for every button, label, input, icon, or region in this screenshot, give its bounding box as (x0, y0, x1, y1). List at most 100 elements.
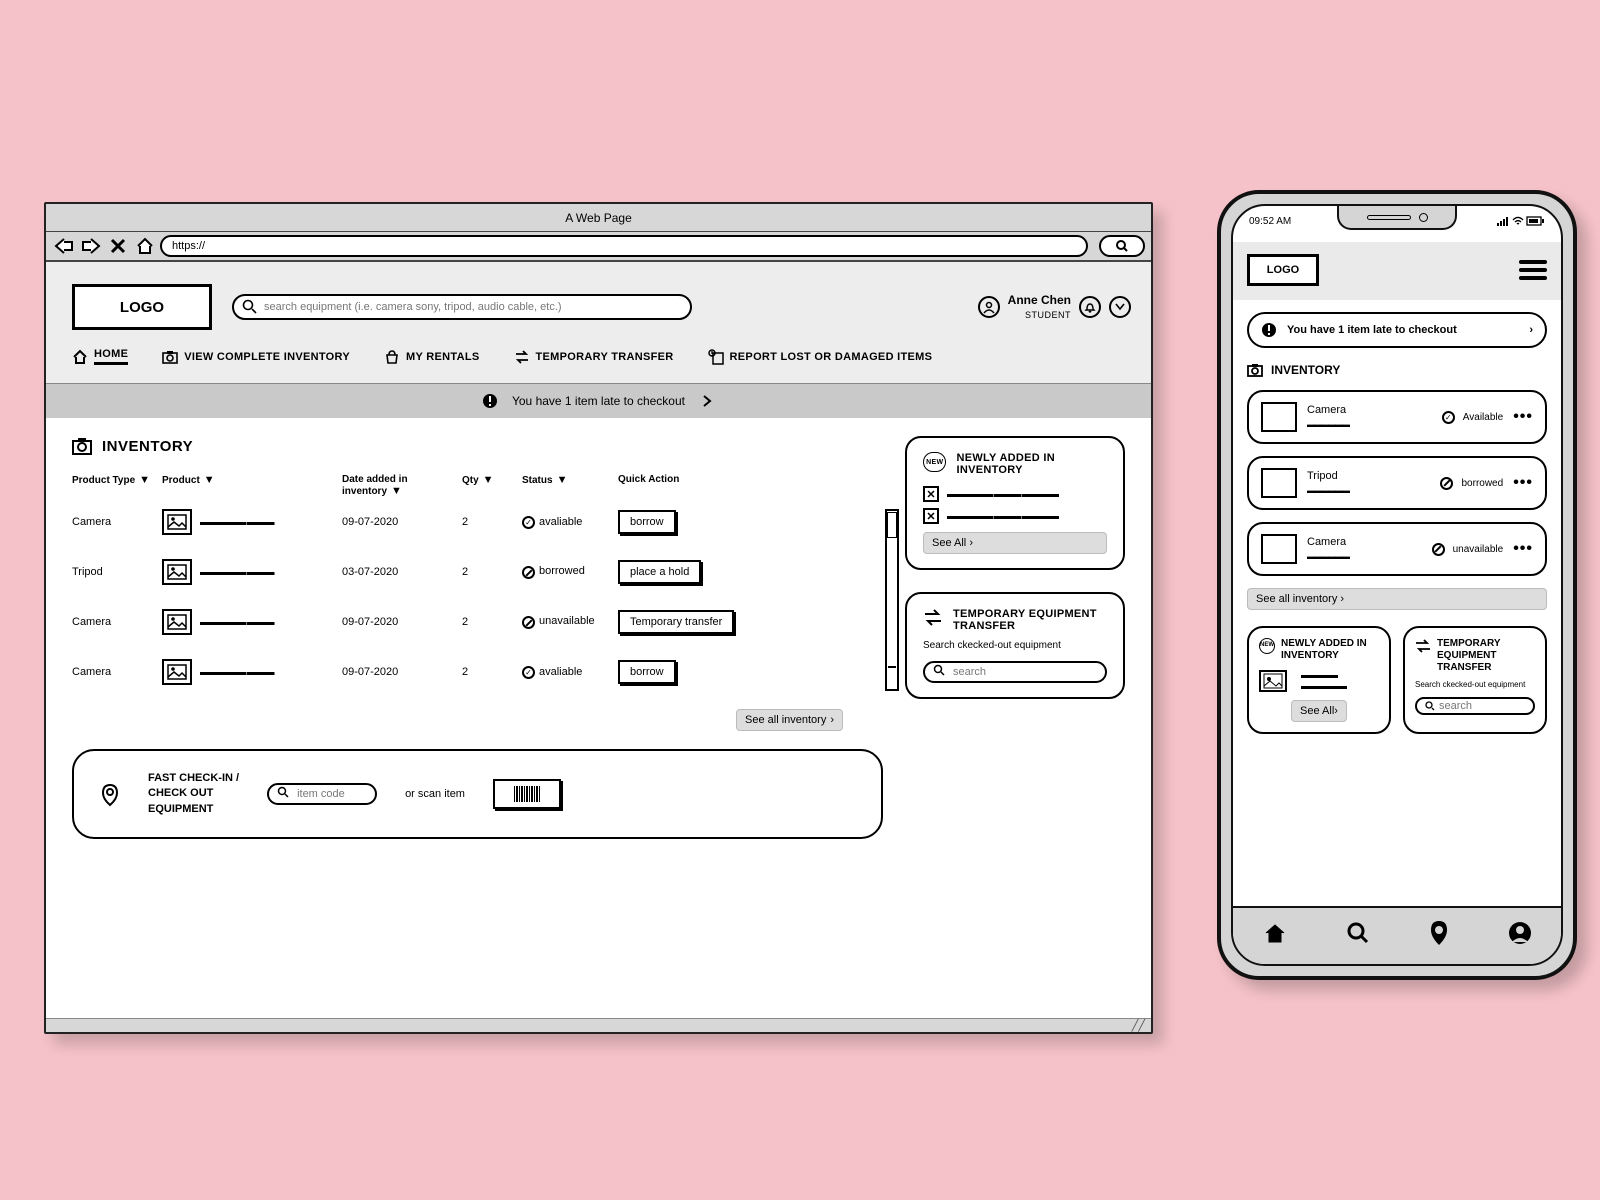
nav-my-rentals-label: MY RENTALS (406, 351, 480, 363)
cell-status: borrowed (522, 565, 618, 580)
item-status: ✓Available (1442, 411, 1503, 424)
new-badge: NEW (1259, 638, 1275, 654)
bell-icon[interactable] (1079, 296, 1101, 318)
equipment-search-input[interactable]: search equipment (i.e. camera sony, trip… (232, 294, 692, 320)
see-all-inventory-label: See all inventory (745, 714, 826, 726)
col-qty[interactable]: Qty (462, 475, 479, 486)
new-item-row[interactable]: ✕ ▬▬▬▬▬ ▬▬▬ ▬▬▬▬ (923, 508, 1107, 524)
newly-added-card: NEW NEWLY ADDED IN INVENTORY ✕▬▬▬▬▬ ▬▬▬ … (905, 436, 1125, 570)
nav-temporary-transfer[interactable]: TEMPORARY TRANSFER (514, 349, 674, 365)
quick-action-button[interactable]: borrow (618, 660, 676, 684)
quick-action-button[interactable]: Temporary transfer (618, 610, 734, 634)
checkbox-icon[interactable]: ✕ (923, 508, 939, 524)
camera-icon (72, 436, 92, 456)
cell-status: ✓avaliable (522, 666, 618, 679)
nav-view-inventory[interactable]: VIEW COMPLETE INVENTORY (162, 349, 350, 365)
home-icon[interactable] (133, 235, 157, 257)
newly-added-title: NEWLY ADDED IN INVENTORY (956, 452, 1107, 476)
fast-checkin-card: FAST CHECK-IN / CHECK OUT EQUIPMENT item… (72, 749, 883, 839)
item-status: unavailable (1432, 543, 1504, 556)
nav-home[interactable]: HOME (72, 348, 128, 365)
see-all-button[interactable]: See All › (923, 532, 1107, 554)
mobile-temp-search-input[interactable]: search (1415, 697, 1535, 715)
browser-search-button[interactable] (1099, 235, 1145, 257)
filter-icon[interactable]: ▼ (557, 474, 568, 486)
nav-my-rentals[interactable]: MY RENTALS (384, 349, 480, 365)
image-placeholder-icon (1261, 534, 1297, 564)
mobile-newly-added-card: NEW NEWLY ADDED IN INVENTORY ▬▬▬▬▬▬▬▬▬ S… (1247, 626, 1391, 734)
browser-toolbar: https:// (46, 232, 1151, 262)
alert-banner[interactable]: You have 1 item late to checkout (46, 384, 1151, 418)
see-all-label: See All (1300, 705, 1334, 717)
image-placeholder-icon (162, 509, 192, 535)
status-icon (522, 566, 535, 579)
image-placeholder-icon (162, 609, 192, 635)
search-placeholder: search equipment (i.e. camera sony, trip… (264, 301, 562, 313)
mobile-new-see-all-button[interactable]: See All › (1291, 700, 1347, 722)
mobile-temp-subtitle: Search ckecked-out equipment (1415, 680, 1535, 689)
dropdown-icon[interactable] (1109, 296, 1131, 318)
temp-search-input[interactable]: search (923, 661, 1107, 683)
cell-status: ✓avaliable (522, 516, 618, 529)
tab-search-icon[interactable] (1346, 921, 1370, 951)
mobile-temp-search-placeholder: search (1439, 700, 1472, 712)
user-role: STUDENT (1025, 310, 1071, 320)
cell-product: ▬▬▬▬▬ ▬▬▬ (162, 609, 342, 635)
tab-profile-icon[interactable] (1508, 921, 1532, 951)
tab-location-icon[interactable] (1429, 920, 1449, 952)
nav-home-label: HOME (94, 348, 128, 365)
col-action: Quick Action (618, 474, 679, 485)
placeholder-text: ▬▬▬▬▬ ▬▬▬ ▬▬▬▬ (947, 511, 1058, 522)
filter-icon[interactable]: ▼ (139, 474, 150, 486)
cell-qty: 2 (462, 616, 522, 628)
mobile-see-all-label: See all inventory (1256, 593, 1337, 605)
item-code-input[interactable]: item code (267, 783, 377, 805)
location-pin-icon (100, 784, 120, 804)
back-icon[interactable] (52, 235, 76, 257)
filter-icon[interactable]: ▼ (483, 474, 494, 486)
search-icon (277, 786, 293, 802)
user-avatar-icon[interactable] (978, 296, 1000, 318)
logo[interactable]: LOGO (72, 284, 212, 330)
status-icon: ✓ (1442, 411, 1455, 424)
tab-home-icon[interactable] (1263, 922, 1287, 950)
hamburger-menu-icon[interactable] (1519, 260, 1547, 280)
scrollbar-thumb[interactable] (887, 512, 897, 538)
more-icon[interactable]: ••• (1513, 474, 1533, 492)
see-all-inventory-button[interactable]: See all inventory › (736, 709, 843, 731)
filter-icon[interactable]: ▼ (391, 485, 402, 497)
mobile-inventory-item[interactable]: Camera▬▬▬▬▬▬unavailable••• (1247, 522, 1547, 576)
nav-report[interactable]: REPORT LOST OR DAMAGED ITEMS (708, 349, 933, 365)
image-placeholder-icon (162, 659, 192, 685)
cell-product: ▬▬▬▬▬ ▬▬▬ (162, 659, 342, 685)
mobile-header: LOGO (1233, 242, 1561, 300)
mobile-temp-title: TEMPORARY EQUIPMENT TRANSFER (1437, 638, 1535, 674)
col-product[interactable]: Product (162, 475, 200, 486)
alert-icon (482, 393, 498, 409)
placeholder-text: ▬▬▬▬▬▬▬▬▬ (1301, 670, 1346, 692)
forward-icon[interactable] (79, 235, 103, 257)
chevron-right-icon: › (1529, 324, 1533, 336)
more-icon[interactable]: ••• (1513, 408, 1533, 426)
filter-icon[interactable]: ▼ (204, 474, 215, 486)
quick-action-button[interactable]: place a hold (618, 560, 701, 584)
col-status[interactable]: Status (522, 475, 553, 486)
placeholder-text: ▬▬▬▬▬ ▬▬▬ (200, 667, 274, 678)
quick-action-button[interactable]: borrow (618, 510, 676, 534)
cell-date: 03-07-2020 (342, 566, 462, 578)
placeholder-text: ▬▬▬▬▬ ▬▬▬ (200, 567, 274, 578)
new-item-row[interactable]: ✕▬▬▬▬▬ ▬▬▬ ▬▬▬▬ (923, 486, 1107, 502)
table-scrollbar[interactable] (885, 509, 899, 691)
battery-icon (1527, 216, 1545, 226)
mobile-logo[interactable]: LOGO (1247, 254, 1319, 286)
col-product-type[interactable]: Product Type (72, 475, 135, 486)
cell-type: Camera (72, 666, 162, 678)
address-bar[interactable]: https:// (160, 235, 1088, 257)
home-icon (72, 349, 88, 365)
transfer-icon (514, 349, 530, 365)
stop-icon[interactable] (106, 235, 130, 257)
more-icon[interactable]: ••• (1513, 540, 1533, 558)
barcode-scan-button[interactable] (493, 779, 561, 809)
checkbox-icon[interactable]: ✕ (923, 486, 939, 502)
transfer-icon (923, 608, 943, 628)
